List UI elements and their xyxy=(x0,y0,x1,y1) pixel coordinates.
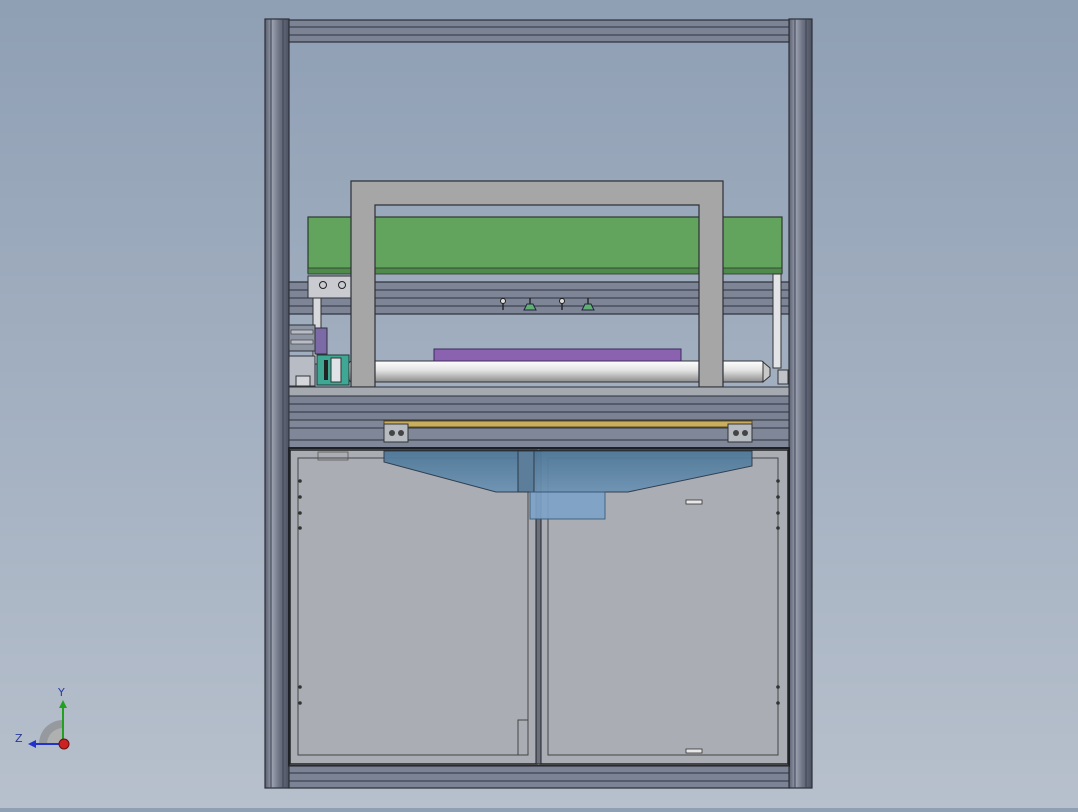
right-frame-post xyxy=(788,18,813,789)
workpiece-plate xyxy=(433,348,682,362)
base-plate xyxy=(288,386,790,421)
drive-motor xyxy=(288,324,350,387)
z-axis-label: Z xyxy=(15,732,23,745)
left-frame-post xyxy=(264,18,290,789)
orientation-triad[interactable]: Y Z xyxy=(10,684,80,754)
bottom-frame-beam xyxy=(288,765,790,789)
cad-viewport[interactable]: Y Z xyxy=(0,0,1078,808)
x-axis-dot xyxy=(58,738,70,750)
right-support-rod xyxy=(772,273,782,369)
left-cabinet-door xyxy=(289,449,538,765)
y-axis-label: Y xyxy=(58,686,65,699)
right-rail-clamp xyxy=(727,423,753,443)
left-rail-clamp xyxy=(383,423,409,443)
top-frame-beam xyxy=(288,19,790,43)
machine-model[interactable] xyxy=(0,0,1078,808)
lower-cross-beam xyxy=(288,419,790,449)
